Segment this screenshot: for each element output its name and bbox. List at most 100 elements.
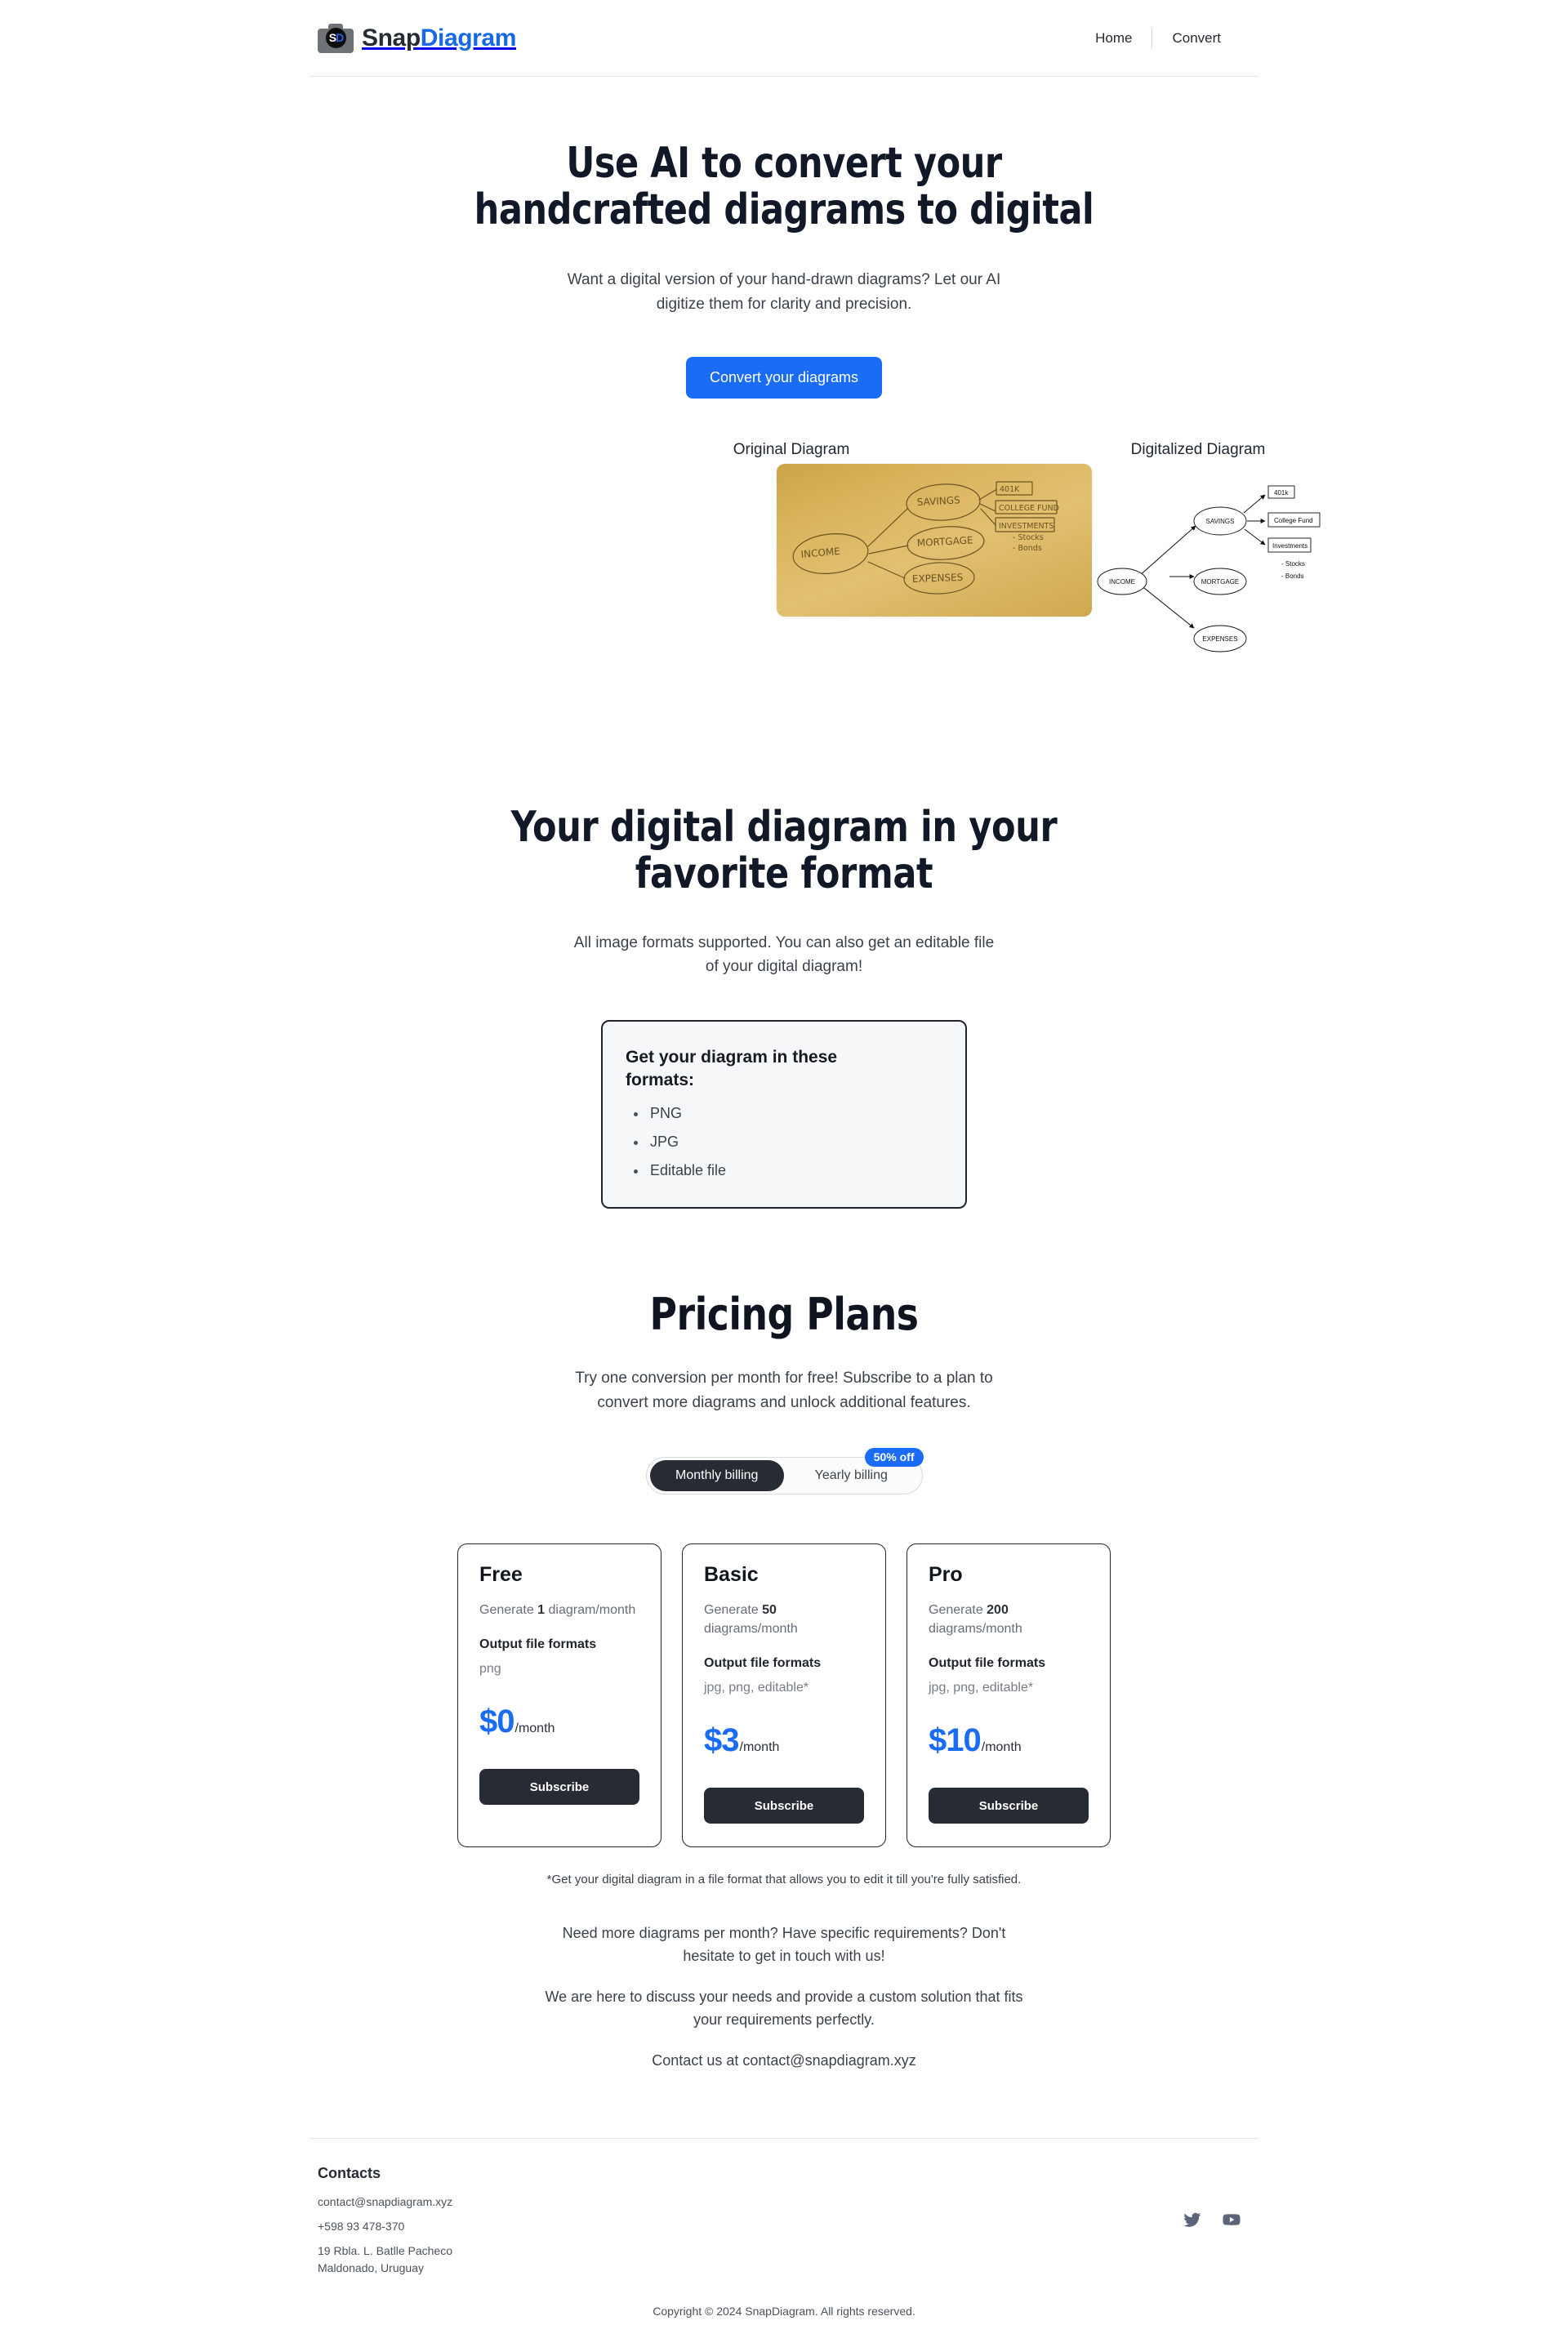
plan-price-period: /month [739,1740,780,1755]
pricing-card-free: Free Generate 1 diagram/month Output fil… [457,1543,662,1848]
svg-text:401k: 401k [1274,489,1289,497]
plan-price: $10 /month [929,1724,1089,1757]
footer-contacts-column: Contacts contact@snapdiagram.xyz +598 93… [318,2165,452,2277]
formats-card: Get your diagram in these formats: PNG J… [601,1019,967,1209]
svg-text:MORTGAGE: MORTGAGE [1201,578,1240,586]
plan-quota-prefix: Generate [929,1603,987,1618]
svg-text:Investments: Investments [1272,542,1307,550]
hero-subtitle-line-2: digitize them for clarity and precision. [656,295,912,313]
footer-social-links [1183,2165,1250,2229]
svg-text:INCOME: INCOME [1109,578,1135,586]
brand-word-diagram: Diagram [420,24,517,51]
footer-row: Contacts contact@snapdiagram.xyz +598 93… [310,2165,1258,2277]
list-item: Editable file [626,1162,942,1179]
billing-period-toggle[interactable]: Monthly billing Yearly billing 50% off [645,1448,924,1495]
convert-your-diagrams-button[interactable]: Convert your diagrams [685,357,883,399]
svg-text:MORTGAGE: MORTGAGE [916,535,973,550]
plan-price: $0 /month [479,1705,639,1738]
plan-formats-value: jpg, png, editable* [929,1681,1034,1695]
plan-quota-number: 50 [762,1603,777,1618]
site-header: SD SnapDiagram Home Convert [310,0,1258,77]
plan-price: $3 /month [704,1724,864,1757]
pricing-card-basic: Basic Generate 50 diagrams/month Output … [682,1543,886,1848]
contact-line-2: We are here to discuss your needs and pr… [545,1989,1023,2029]
footer-contacts-title: Contacts [318,2164,381,2181]
pricing-footnote: *Get your digital diagram in a file form… [546,1873,1022,1887]
subscribe-button-basic[interactable]: Subscribe [704,1788,864,1824]
status-badge: 50% off [864,1448,924,1468]
brand-logo-link[interactable]: SD SnapDiagram [310,23,517,53]
formats-title-line-1: Your digital diagram in your [510,803,1058,853]
plan-quota: Generate 1 diagram/month [479,1601,639,1619]
footer-email[interactable]: contact@snapdiagram.xyz [318,2194,452,2211]
contact-line-3: Contact us at contact@snapdiagram.xyz [652,2052,916,2069]
pricing-subtitle: Try one conversion per month for free! S… [539,1366,1029,1414]
nav-link-convert[interactable]: Convert [1152,27,1241,50]
pricing-card-pro: Pro Generate 200 diagrams/month Output f… [906,1543,1111,1848]
billing-option-monthly[interactable]: Monthly billing [649,1460,784,1492]
subscribe-button-free[interactable]: Subscribe [479,1769,639,1806]
plan-name: Basic [704,1563,759,1587]
plan-quota-suffix: diagrams/month [704,1622,798,1637]
plan-quota-prefix: Generate [479,1603,538,1618]
hero-title-line-2: handcrafted diagrams to digital [474,185,1094,235]
plan-quota-prefix: Generate [704,1603,763,1618]
svg-text:College Fund: College Fund [1274,517,1313,524]
formats-subtitle-line-2: of your digital diagram! [705,958,863,976]
plan-quota-number: 200 [987,1603,1009,1618]
pricing-plan-grid: Free Generate 1 diagram/month Output fil… [457,1543,1111,1848]
plan-quota-number: 1 [537,1603,546,1618]
subscribe-button-pro[interactable]: Subscribe [929,1788,1089,1824]
footer-address: 19 Rbla. L. Batlle Pacheco Maldonado, Ur… [318,2243,452,2277]
hero-subtitle-line-1: Want a digital version of your hand-draw… [567,271,1001,289]
plan-price-period: /month [981,1740,1022,1755]
plan-formats-title: Output file formats [704,1656,822,1671]
svg-text:SAVINGS: SAVINGS [916,494,960,508]
svg-text:- Stocks: - Stocks [1013,533,1044,542]
svg-text:INCOME: INCOME [800,546,840,560]
footer-address-line-2: Maldonado, Uruguay [318,2261,424,2274]
logo-letter-s: S [328,31,336,44]
brand-word-snap: Snap [362,24,421,51]
custom-plan-contact-block: Need more diagrams per month? Have speci… [0,1922,1568,2072]
pricing-subtitle-line-2: convert more diagrams and unlock additio… [597,1393,971,1411]
svg-text:- Bonds: - Bonds [1281,572,1304,580]
footer-copyright: Copyright © 2024 SnapDiagram. All rights… [653,2304,915,2318]
plan-quota: Generate 50 diagrams/month [704,1601,864,1638]
plan-price-period: /month [514,1722,555,1736]
svg-text:EXPENSES: EXPENSES [912,572,964,585]
svg-text:401K: 401K [1000,485,1020,494]
page-title: Use AI to convert your handcrafted diagr… [446,140,1122,234]
twitter-icon[interactable] [1183,2211,1201,2229]
original-diagram-label: Original Diagram [733,441,850,459]
camera-icon: SD [318,23,354,53]
formats-title-line-2: favorite format [635,849,933,899]
footer-phone[interactable]: +598 93 478-370 [318,2218,452,2235]
plan-formats-value: png [479,1662,501,1677]
formats-list: PNG JPG Editable file [626,1105,942,1179]
pricing-section: Pricing Plans Try one conversion per mon… [0,1289,1568,2073]
plan-name: Free [479,1563,523,1587]
plan-price-amount: $3 [704,1722,739,1759]
hero-section: Use AI to convert your handcrafted diagr… [0,77,1568,399]
plan-formats-title: Output file formats [929,1656,1046,1671]
digitalized-diagram-image: INCOME SAVINGS MORTGAGE EXPENSES 401k Co… [1089,470,1343,691]
plan-quota-suffix: diagrams/month [929,1622,1022,1637]
formats-section: Your digital diagram in your favorite fo… [0,804,1568,1209]
pricing-title: Pricing Plans [649,1289,919,1341]
plan-formats-value: jpg, png, editable* [704,1681,809,1695]
main-nav: Home Convert [1076,27,1258,50]
svg-text:INVESTMENTS: INVESTMENTS [999,522,1054,531]
plan-quota: Generate 200 diagrams/month [929,1601,1089,1638]
plan-price-amount: $10 [929,1722,982,1759]
svg-text:EXPENSES: EXPENSES [1202,635,1237,643]
site-footer: Contacts contact@snapdiagram.xyz +598 93… [310,2137,1258,2334]
original-diagram-image: INCOME SAVINGS MORTGAGE EXPENSES 401K CO… [777,464,1092,617]
contact-line-1: Need more diagrams per month? Have speci… [562,1925,1006,1965]
list-item: JPG [626,1134,942,1151]
svg-text:SAVINGS: SAVINGS [1206,518,1235,525]
plan-formats-title: Output file formats [479,1637,597,1652]
nav-link-home[interactable]: Home [1076,27,1152,50]
plan-price-amount: $0 [479,1704,514,1740]
youtube-icon[interactable] [1223,2211,1241,2229]
